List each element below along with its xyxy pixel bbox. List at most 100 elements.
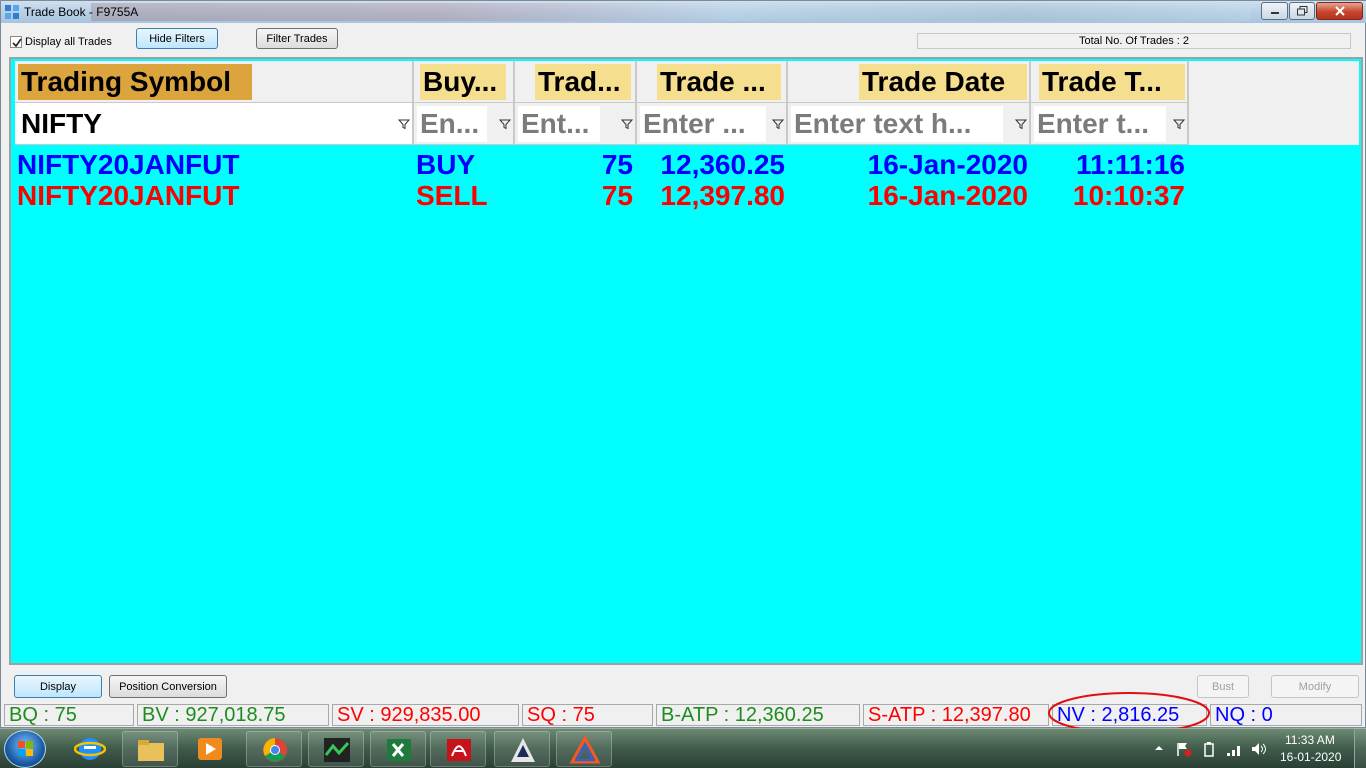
clock-time[interactable]: 11:33 AM — [1285, 733, 1335, 747]
header-row: Trading Symbol Buy... Trad... Trade ... … — [15, 61, 1359, 103]
summary-buy-atp: B-ATP : 12,360.25 — [656, 704, 860, 726]
column-header-label: Buy... — [420, 64, 506, 100]
column-header-label: Trade Date — [859, 64, 1027, 100]
tray-expand-icon[interactable] — [1154, 743, 1164, 753]
clock-date[interactable]: 16-01-2020 — [1280, 750, 1341, 764]
filter-funnel-icon[interactable] — [1173, 118, 1185, 130]
window-title: Trade Book - F9755A — [24, 5, 139, 19]
title-bar[interactable]: Trade Book - F9755A — [1, 1, 1366, 23]
summary-buy-qty: BQ : 75 — [4, 704, 134, 726]
filter-cell-trading-symbol: NIFTY — [15, 103, 414, 145]
network-signal-icon[interactable] — [1226, 741, 1244, 757]
filter-funnel-icon[interactable] — [499, 118, 511, 130]
filter-input-trade-price[interactable]: Enter ... — [640, 106, 766, 142]
hide-filters-button[interactable]: Hide Filters — [136, 28, 218, 49]
power-battery-icon[interactable] — [1202, 741, 1216, 757]
column-header-label: Trade ... — [657, 64, 781, 100]
terminal-logo-icon — [511, 738, 535, 762]
excel-icon — [387, 739, 411, 761]
cell-trading-symbol: NIFTY20JANFUT — [17, 180, 240, 211]
column-header-buy-sell[interactable]: Buy... — [414, 61, 515, 103]
filter-cell-trade-date: Enter text h... — [788, 103, 1031, 145]
filter-cell-buy-sell: En... — [414, 103, 515, 145]
cell-trade-date: 16-Jan-2020 — [867, 149, 1028, 180]
filter-input-trading-symbol[interactable]: NIFTY — [18, 106, 114, 142]
cell-buy-sell: SELL — [416, 180, 488, 211]
media-player-icon — [198, 738, 222, 760]
display-all-trades-checkbox[interactable] — [10, 36, 22, 48]
cell-trade-qty: 75 — [601, 149, 633, 180]
chrome-icon — [263, 738, 287, 762]
modify-button[interactable]: Modify — [1271, 675, 1359, 698]
filter-cell-trade-time: Enter t... — [1031, 103, 1189, 145]
table-row[interactable]: NIFTY20JANFUT BUY 75 12,360.25 16-Jan-20… — [15, 149, 1359, 180]
volume-icon[interactable] — [1250, 741, 1268, 757]
cell-trade-time: 10:10:37 — [1072, 180, 1185, 211]
filter-cell-trade-qty: Ent... — [515, 103, 637, 145]
total-trades-count: Total No. Of Trades : 2 — [917, 33, 1351, 49]
column-header-label: Trad... — [535, 64, 631, 100]
filter-input-trade-qty[interactable]: Ent... — [518, 106, 600, 142]
taskbar-trading-app[interactable] — [308, 731, 364, 767]
column-header-trading-symbol[interactable]: Trading Symbol — [15, 61, 414, 103]
column-header-label: Trade T... — [1039, 64, 1185, 100]
table-row[interactable]: NIFTY20JANFUT SELL 75 12,397.80 16-Jan-2… — [15, 180, 1359, 211]
title-bar-background — [91, 3, 1251, 21]
taskbar-excel[interactable] — [370, 731, 426, 767]
minimize-button[interactable] — [1261, 2, 1288, 20]
filter-funnel-icon[interactable] — [1015, 118, 1027, 130]
cell-trade-price: 12,360.25 — [660, 149, 785, 180]
filter-input-buy-sell[interactable]: En... — [417, 106, 487, 142]
trade-book-window: Trade Book - F9755A Display all Trades H… — [0, 0, 1366, 734]
maximize-button[interactable] — [1289, 2, 1315, 20]
checkmark-icon — [12, 38, 22, 48]
acrobat-icon — [447, 739, 471, 761]
triangle-app-icon — [569, 735, 601, 764]
taskbar-internet-explorer[interactable] — [62, 731, 118, 767]
app-icon — [5, 5, 19, 19]
cell-buy-sell: BUY — [416, 149, 476, 180]
close-icon — [1334, 6, 1345, 16]
cell-trade-date: 16-Jan-2020 — [867, 180, 1028, 211]
windows-logo-icon — [18, 741, 33, 756]
close-button[interactable] — [1316, 2, 1363, 20]
filter-input-trade-date[interactable]: Enter text h... — [791, 106, 1003, 142]
taskbar-triangle-app[interactable] — [556, 731, 612, 767]
summary-buy-value: BV : 927,018.75 — [137, 704, 329, 726]
column-header-trade-time[interactable]: Trade T... — [1031, 61, 1189, 103]
position-conversion-button[interactable]: Position Conversion — [109, 675, 227, 698]
column-header-trade-price[interactable]: Trade ... — [637, 61, 788, 103]
column-header-trade-qty[interactable]: Trad... — [515, 61, 637, 103]
action-center-flag-icon[interactable] — [1176, 741, 1192, 757]
filter-trades-button[interactable]: Filter Trades — [256, 28, 338, 49]
taskbar-chrome[interactable] — [246, 731, 302, 767]
column-header-label: Trading Symbol — [18, 64, 252, 100]
start-button[interactable] — [4, 730, 46, 768]
trades-grid[interactable]: Trading Symbol Buy... Trad... Trade ... … — [9, 57, 1363, 665]
filter-funnel-icon[interactable] — [772, 118, 784, 130]
cell-trade-qty: 75 — [601, 180, 633, 211]
cell-trade-price: 12,397.80 — [660, 180, 785, 211]
filter-cell-trade-price: Enter ... — [637, 103, 788, 145]
filter-row: NIFTY En... Ent... Enter ... Enter text … — [15, 103, 1359, 145]
taskbar-media-player[interactable] — [182, 731, 238, 767]
display-button[interactable]: Display — [14, 675, 102, 698]
filter-input-trade-time[interactable]: Enter t... — [1034, 106, 1166, 142]
filter-funnel-icon[interactable] — [398, 118, 410, 130]
show-desktop-button[interactable] — [1354, 728, 1366, 768]
taskbar — [0, 728, 1366, 768]
taskbar-trading-terminal[interactable] — [494, 731, 550, 767]
cell-trade-time: 11:11:16 — [1076, 149, 1185, 180]
taskbar-acrobat[interactable] — [430, 731, 486, 767]
taskbar-file-explorer[interactable] — [122, 731, 178, 767]
folder-icon — [138, 740, 164, 761]
summary-sell-atp: S-ATP : 12,397.80 — [863, 704, 1049, 726]
column-header-trade-date[interactable]: Trade Date — [788, 61, 1031, 103]
display-all-trades-label: Display all Trades — [25, 36, 112, 48]
internet-explorer-icon — [74, 738, 106, 760]
restore-icon — [1296, 6, 1307, 16]
summary-net-qty: NQ : 0 — [1210, 704, 1362, 726]
filter-funnel-icon[interactable] — [621, 118, 633, 130]
summary-sell-value: SV : 929,835.00 — [332, 704, 519, 726]
trading-chart-icon — [324, 738, 350, 762]
